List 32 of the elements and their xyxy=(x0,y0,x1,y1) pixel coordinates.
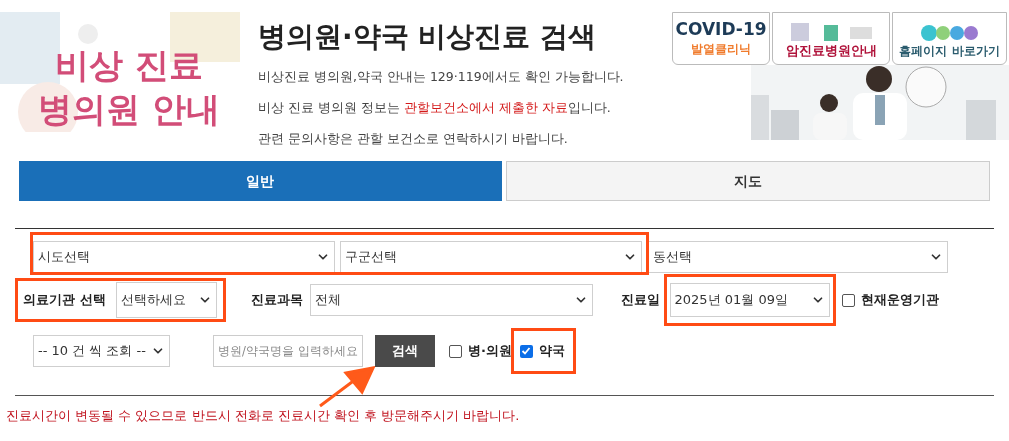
checkbox-label: 현재운영기관 xyxy=(860,291,939,310)
check-icon xyxy=(521,346,532,356)
checkbox-label: 병·의원 xyxy=(468,342,512,361)
select-dropdown[interactable]: 전체 xyxy=(309,284,593,316)
field-label: 의료기관 선택 xyxy=(23,291,106,310)
notice-text: 비상진료 병의원,약국 안내는 129·119에서도 확인 가능합니다. xyxy=(258,68,625,86)
page-title: 병의원·약국 비상진료 검색 xyxy=(258,19,598,55)
checkbox-label: 약국 xyxy=(538,342,565,361)
field-label: 진료과목 xyxy=(250,291,303,310)
warning-note: 진료시간이 변동될 수 있으므로 반드시 전화로 진료시간 확인 후 방문해주시기 바랍니다. xyxy=(6,407,521,425)
notice-text: 관련 문의사항은 관할 보건소로 연락하시기 바랍니다. xyxy=(258,129,569,148)
select-dropdown[interactable]: 동선택 xyxy=(648,241,948,273)
logo-text: 병의원 안내 xyxy=(38,88,220,131)
checkbox[interactable] xyxy=(519,344,533,358)
banner-link[interactable]: COVID-19 발열클리닉 xyxy=(672,12,770,65)
checkbox[interactable] xyxy=(841,293,855,307)
tab[interactable]: 지도 xyxy=(505,161,990,201)
select-dropdown[interactable]: 선택하세요 xyxy=(115,282,217,318)
select-dropdown[interactable]: 구군선택 xyxy=(340,241,642,273)
tab[interactable]: 일반 xyxy=(19,161,502,201)
select-dropdown[interactable]: -- 10 건 씩 조회 -- xyxy=(33,335,170,367)
search-button[interactable]: 검색 xyxy=(375,335,435,367)
checkbox[interactable] xyxy=(449,344,462,358)
banner-link[interactable]: 홈페이지 바로가기 xyxy=(892,12,1007,65)
notice-text: 비상 진료 병의원 정보는 관할보건소에서 제출한 자료입니다. xyxy=(258,98,612,117)
logo-text: 비상 진료 xyxy=(55,44,203,87)
search-field[interactable]: 병원/약국명을 입력하세요 xyxy=(213,335,363,367)
banner-link[interactable]: 암진료병원안내 xyxy=(772,12,890,65)
field-label: 진료일 xyxy=(620,291,660,310)
select-dropdown[interactable]: 2025년 01월 09일 xyxy=(669,283,830,317)
circles-logo-icon xyxy=(919,24,980,42)
select-dropdown[interactable]: 시도선택 xyxy=(33,241,335,273)
